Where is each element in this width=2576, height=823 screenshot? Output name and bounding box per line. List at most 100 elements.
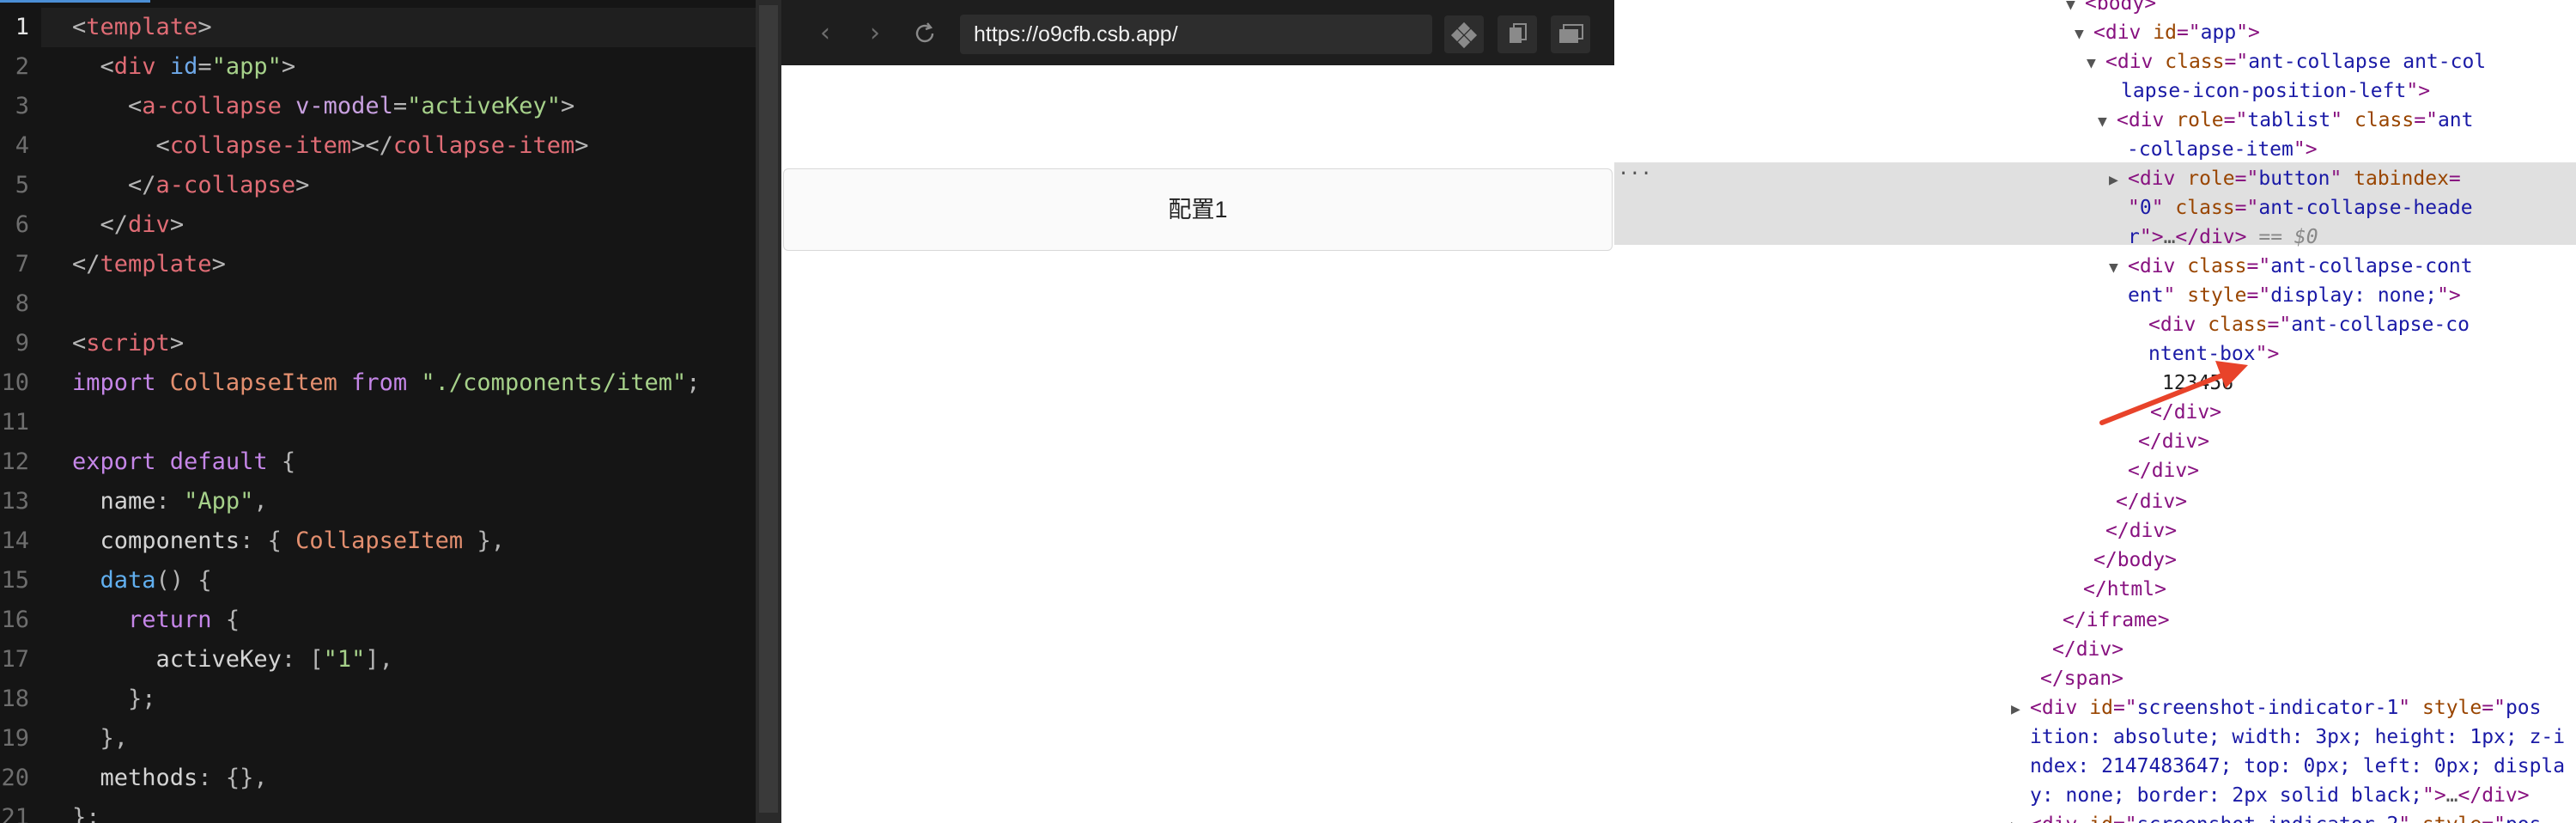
code-token: : (155, 488, 185, 515)
dom-token: =" (2482, 697, 2506, 719)
forward-icon[interactable]: › (860, 19, 890, 48)
reload-icon[interactable] (910, 19, 939, 48)
open-sandbox-button[interactable] (1444, 15, 1484, 53)
code-line[interactable]: 18 }; (0, 680, 756, 719)
code-token: > (574, 132, 589, 159)
url-bar[interactable]: https://o9cfb.csb.app/ (960, 15, 1432, 54)
code-text[interactable]: </a-collapse> (72, 166, 309, 205)
code-line[interactable]: 4 <collapse-item></collapse-item> (0, 126, 756, 166)
code-text[interactable]: <collapse-item></collapse-item> (72, 126, 589, 166)
dom-node-line[interactable]: ▼ <div class="ant-collapse ant-col (2087, 48, 2486, 76)
dom-node-line[interactable]: </div> (2138, 428, 2209, 456)
code-line[interactable]: 2 <div id="app"> (0, 47, 756, 87)
dom-token: =" (2246, 284, 2271, 307)
dom-node-line[interactable]: ▼ <body> (2066, 0, 2156, 18)
expand-triangle-open-icon[interactable]: ▼ (2098, 107, 2117, 136)
code-line[interactable]: 9 <script> (0, 324, 756, 363)
dom-node-line[interactable]: y: none; border: 2px solid black;">…</di… (2030, 782, 2530, 810)
code-line[interactable]: 12 export default { (0, 442, 756, 482)
dom-node-line[interactable]: 123456 (2162, 369, 2233, 398)
devtools-elements-panel[interactable]: ··· ▼ <body> ▼ <div id="app"> ▼ <div class="a… (1614, 0, 2576, 823)
dom-token: … (2445, 784, 2458, 807)
expand-triangle-open-icon[interactable]: ▼ (2066, 0, 2085, 19)
dom-node-line[interactable]: <div class="ant-collapse-co (2148, 311, 2470, 339)
code-line[interactable]: 10 import CollapseItem from "./components… (0, 363, 756, 403)
new-window-button[interactable] (1551, 15, 1590, 53)
dom-node-line[interactable]: r">…</div> == $0 (2128, 223, 2318, 252)
back-icon[interactable]: ‹ (811, 19, 840, 48)
dom-node-line[interactable]: </div> (2150, 399, 2221, 427)
dom-node-line[interactable]: "0" class="ant-collapse-heade (2128, 194, 2473, 223)
code-text[interactable]: components: { CollapseItem }, (72, 521, 505, 561)
code-text[interactable]: </template> (72, 245, 226, 284)
code-line[interactable]: 17 activeKey: ["1"], (0, 640, 756, 680)
code-text[interactable]: data() { (72, 561, 212, 600)
code-text[interactable]: }; (72, 798, 100, 823)
code-line[interactable]: 8 (0, 284, 756, 324)
expand-triangle-closed-icon[interactable]: ▶ (2109, 166, 2128, 194)
code-line[interactable]: 13 name: "App", (0, 482, 756, 521)
code-lines[interactable]: 1 <template> 2 <div id="app"> 3 <a-collapse… (0, 8, 756, 823)
expand-triangle-closed-icon[interactable]: ▶ (2011, 812, 2030, 823)
code-text[interactable]: <a-collapse v-model="activeKey"> (72, 87, 574, 126)
dom-node-line[interactable]: ndex: 2147483647; top: 0px; left: 0px; d… (2030, 753, 2565, 781)
expand-triangle-open-icon[interactable]: ▼ (2087, 49, 2105, 77)
line-number: 12 (1, 448, 29, 475)
expand-triangle-open-icon[interactable]: ▼ (2075, 20, 2093, 48)
code-line[interactable]: 6 </div> (0, 205, 756, 245)
code-line[interactable]: 20 methods: {}, (0, 759, 756, 798)
code-line[interactable]: 15 data() { (0, 561, 756, 600)
code-text[interactable]: export default { (72, 442, 295, 482)
code-line[interactable]: 21}; (0, 798, 756, 823)
dom-node-line[interactable]: </div> (2105, 517, 2177, 546)
dom-node-line[interactable]: lapse-icon-position-left"> (2121, 77, 2430, 106)
code-line[interactable]: 1 <template> (0, 8, 756, 47)
dom-node-line[interactable]: </body> (2093, 546, 2177, 575)
code-line[interactable]: 14 components: { CollapseItem }, (0, 521, 756, 561)
code-text[interactable]: }; (72, 680, 156, 719)
dom-node-line[interactable]: -collapse-item"> (2127, 136, 2318, 164)
code-line[interactable]: 5 </a-collapse> (0, 166, 756, 205)
code-text[interactable]: <div id="app"> (72, 47, 296, 87)
dom-node-line[interactable]: </div> (2128, 457, 2199, 485)
dom-node-line[interactable]: </div> (2116, 488, 2187, 516)
code-editor[interactable]: 1 <template> 2 <div id="app"> 3 <a-collapse… (0, 0, 781, 823)
copy-button[interactable] (1498, 15, 1537, 53)
code-text[interactable]: </div> (72, 205, 185, 245)
dom-node-line[interactable]: ▼ <div role="tablist" class="ant (2098, 107, 2473, 135)
dom-node-line[interactable]: ntent-box"> (2148, 340, 2279, 369)
code-line[interactable]: 7 </template> (0, 245, 756, 284)
dom-token: =" (2234, 197, 2259, 219)
dom-node-line[interactable]: </iframe> (2063, 607, 2170, 635)
dom-node-line[interactable]: ▶ <div role="button" tabindex= (2109, 165, 2461, 193)
editor-scrollbar-thumb[interactable] (759, 5, 778, 813)
code-text[interactable]: return { (72, 600, 240, 640)
dom-node-line[interactable]: ▼ <div id="app"> (2075, 19, 2260, 47)
code-line[interactable]: 19 }, (0, 719, 756, 759)
code-text[interactable]: <template> (72, 8, 212, 47)
code-text[interactable]: }, (72, 719, 129, 759)
code-text[interactable]: name: "App", (72, 482, 268, 521)
dom-node-line[interactable]: ition: absolute; width: 3px; height: 1px… (2030, 723, 2565, 752)
dom-node-line[interactable]: ▼ <div class="ant-collapse-cont (2109, 253, 2473, 281)
dom-node-line[interactable]: </div> (2052, 636, 2123, 664)
dom-node-line[interactable]: ▶<div id="screenshot-indicator-2" style=… (2011, 811, 2542, 823)
expand-triangle-open-icon[interactable]: ▼ (2109, 253, 2128, 282)
code-text[interactable]: <script> (72, 324, 184, 363)
code-text[interactable]: import CollapseItem from "./components/i… (72, 363, 701, 403)
dom-token: y: none; border: 2px solid black; (2030, 784, 2422, 807)
code-text[interactable]: activeKey: ["1"], (72, 640, 393, 680)
collapse-header[interactable]: 配置1 (784, 169, 1612, 250)
editor-scrollbar[interactable] (756, 0, 781, 823)
code-text[interactable]: methods: {}, (72, 759, 268, 798)
collapse-panel[interactable]: 配置1 (783, 168, 1613, 251)
code-line[interactable]: 11 (0, 403, 756, 442)
more-options-icon[interactable]: ··· (1618, 163, 1652, 185)
dom-node-line[interactable]: </span> (2040, 665, 2123, 693)
dom-node-line[interactable]: ▶ <div id="screenshot-indicator-1" style=… (2011, 694, 2542, 722)
dom-node-line[interactable]: ent" style="display: none;"> (2128, 282, 2461, 310)
code-line[interactable]: 3 <a-collapse v-model="activeKey"> (0, 87, 756, 126)
expand-triangle-closed-icon[interactable]: ▶ (2011, 695, 2030, 723)
dom-node-line[interactable]: </html> (2083, 576, 2166, 604)
code-line[interactable]: 16 return { (0, 600, 756, 640)
